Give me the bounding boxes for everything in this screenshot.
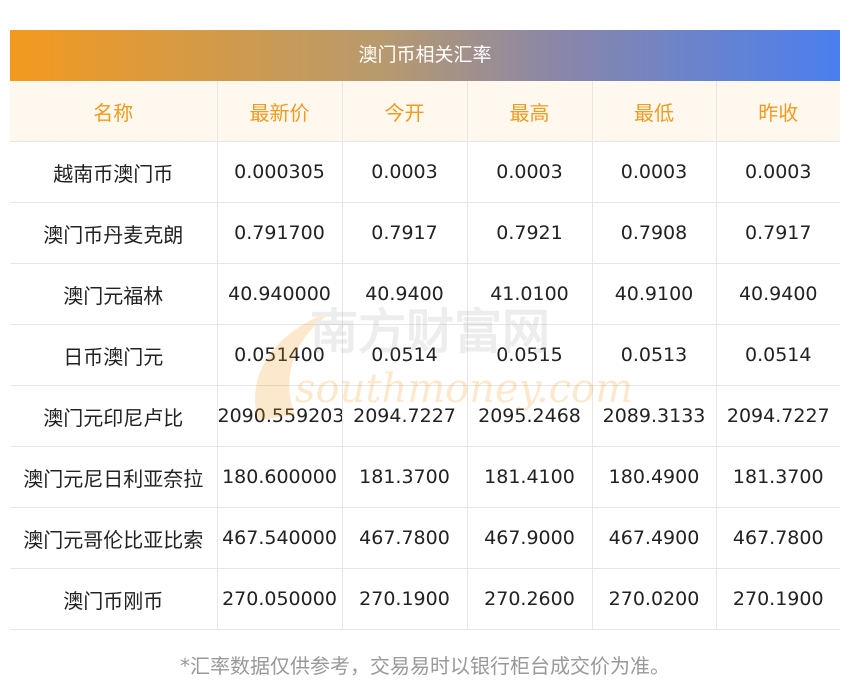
low-price-cell: 0.0003	[592, 141, 717, 203]
low-price-cell: 2089.3133	[592, 385, 717, 447]
open-price-cell: 2094.7227	[342, 385, 468, 447]
high-price-cell: 0.0003	[467, 141, 593, 203]
column-header-high: 最高	[467, 81, 593, 142]
high-price-cell: 270.2600	[467, 568, 593, 630]
table-row: 澳门币丹麦克朗 0.791700 0.7917 0.7921 0.7908 0.…	[10, 202, 840, 264]
column-header-low: 最低	[592, 81, 717, 142]
table-row: 澳门币刚币 270.050000 270.1900 270.2600 270.0…	[10, 568, 840, 630]
latest-price-cell: 0.000305	[217, 141, 343, 203]
high-price-cell: 0.0515	[467, 324, 593, 386]
table-row: 澳门元尼日利亚奈拉 180.600000 181.3700 181.4100 1…	[10, 446, 840, 508]
latest-price-cell: 0.051400	[217, 324, 343, 386]
latest-price-cell: 2090.559203	[217, 385, 343, 447]
low-price-cell: 270.0200	[592, 568, 717, 630]
currency-pair-name: 澳门币丹麦克朗	[10, 202, 218, 264]
prev-close-cell: 181.3700	[716, 446, 840, 508]
latest-price-cell: 180.600000	[217, 446, 343, 508]
exchange-rate-table: 名称 最新价 今开 最高 最低 昨收 越南币澳门币 0.000305 0.000…	[10, 81, 840, 630]
prev-close-cell: 467.7800	[716, 507, 840, 569]
prev-close-cell: 0.7917	[716, 202, 840, 264]
latest-price-cell: 40.940000	[217, 263, 343, 325]
table-title-banner: 澳门币相关汇率	[10, 30, 840, 81]
high-price-cell: 0.7921	[467, 202, 593, 264]
column-header-prev-close: 昨收	[716, 81, 840, 142]
disclaimer-footnote: *汇率数据仅供参考，交易易时以银行柜台成交价为准。	[180, 654, 670, 678]
open-price-cell: 0.7917	[342, 202, 468, 264]
prev-close-cell: 2094.7227	[716, 385, 840, 447]
currency-pair-name: 澳门元哥伦比亚比索	[10, 507, 218, 569]
currency-pair-name: 澳门元福林	[10, 263, 218, 325]
low-price-cell: 40.9100	[592, 263, 717, 325]
high-price-cell: 41.0100	[467, 263, 593, 325]
high-price-cell: 181.4100	[467, 446, 593, 508]
open-price-cell: 40.9400	[342, 263, 468, 325]
low-price-cell: 180.4900	[592, 446, 717, 508]
table-row: 澳门元福林 40.940000 40.9400 41.0100 40.9100 …	[10, 263, 840, 325]
table-row: 澳门元印尼卢比 2090.559203 2094.7227 2095.2468 …	[10, 385, 840, 447]
open-price-cell: 181.3700	[342, 446, 468, 508]
low-price-cell: 467.4900	[592, 507, 717, 569]
column-header-open: 今开	[342, 81, 468, 142]
currency-pair-name: 越南币澳门币	[10, 141, 218, 203]
column-header-name: 名称	[10, 81, 218, 142]
currency-pair-name: 澳门元印尼卢比	[10, 385, 218, 447]
prev-close-cell: 0.0514	[716, 324, 840, 386]
open-price-cell: 270.1900	[342, 568, 468, 630]
table-row: 日币澳门元 0.051400 0.0514 0.0515 0.0513 0.05…	[10, 324, 840, 386]
currency-pair-name: 日币澳门元	[10, 324, 218, 386]
low-price-cell: 0.7908	[592, 202, 717, 264]
column-header-latest: 最新价	[217, 81, 343, 142]
latest-price-cell: 0.791700	[217, 202, 343, 264]
prev-close-cell: 40.9400	[716, 263, 840, 325]
prev-close-cell: 270.1900	[716, 568, 840, 630]
currency-pair-name: 澳门元尼日利亚奈拉	[10, 446, 218, 508]
open-price-cell: 0.0003	[342, 141, 468, 203]
prev-close-cell: 0.0003	[716, 141, 840, 203]
latest-price-cell: 467.540000	[217, 507, 343, 569]
high-price-cell: 2095.2468	[467, 385, 593, 447]
latest-price-cell: 270.050000	[217, 568, 343, 630]
table-row: 澳门元哥伦比亚比索 467.540000 467.7800 467.9000 4…	[10, 507, 840, 569]
open-price-cell: 467.7800	[342, 507, 468, 569]
low-price-cell: 0.0513	[592, 324, 717, 386]
table-header-row: 名称 最新价 今开 最高 最低 昨收	[10, 81, 840, 142]
table-row: 越南币澳门币 0.000305 0.0003 0.0003 0.0003 0.0…	[10, 141, 840, 203]
high-price-cell: 467.9000	[467, 507, 593, 569]
currency-pair-name: 澳门币刚币	[10, 568, 218, 630]
open-price-cell: 0.0514	[342, 324, 468, 386]
